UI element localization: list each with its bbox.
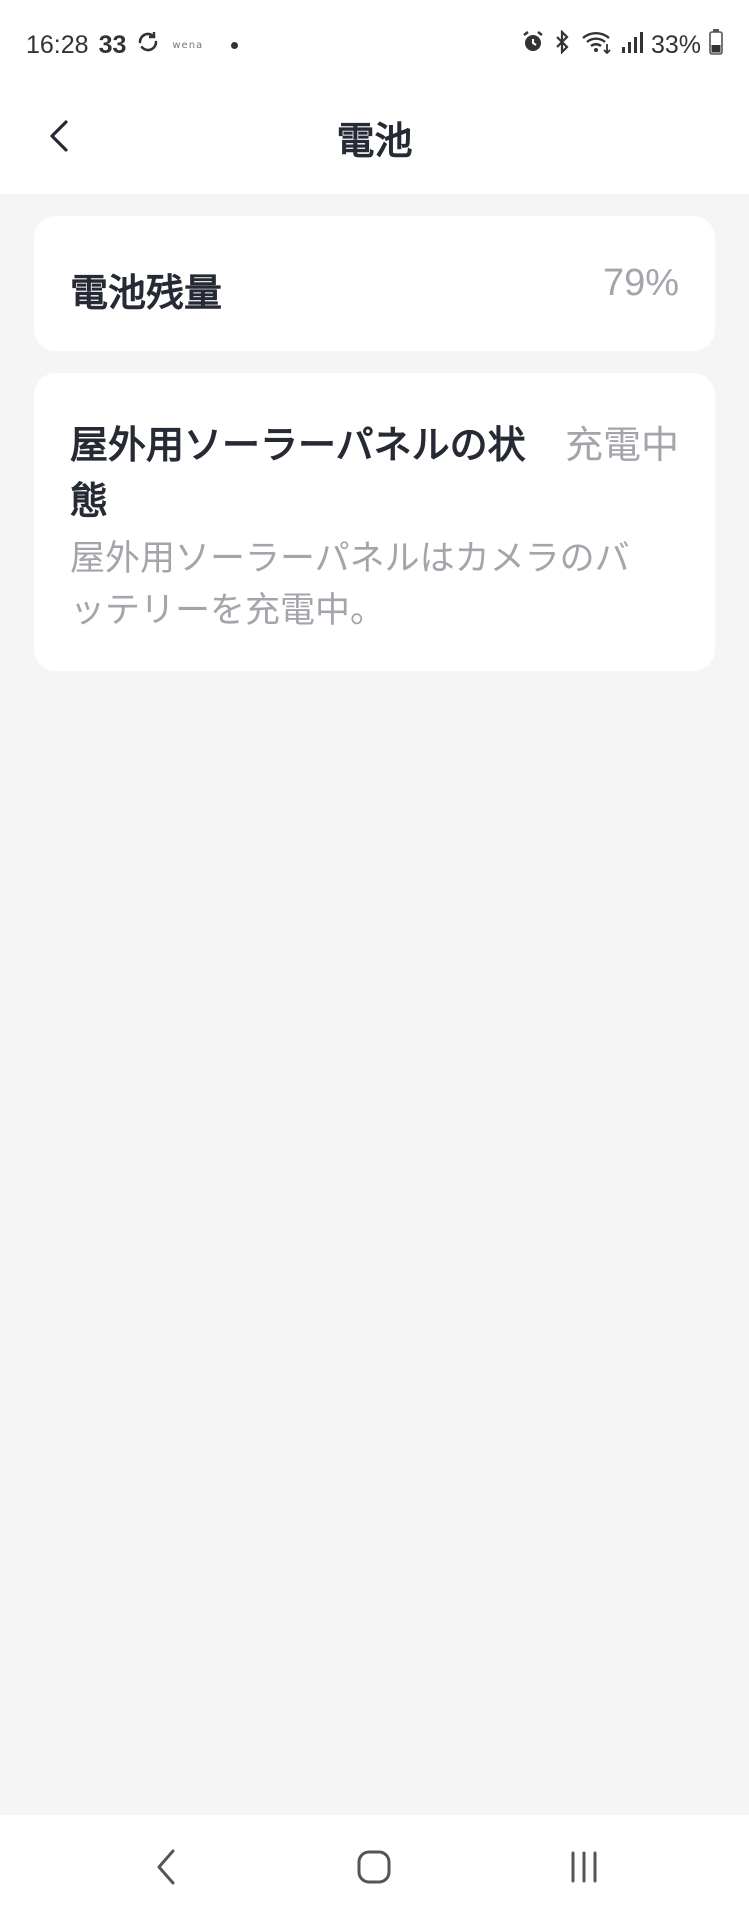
nav-back-button[interactable] bbox=[134, 1837, 198, 1901]
nav-recent-apps-button[interactable] bbox=[552, 1837, 616, 1901]
notification-dot-icon bbox=[231, 41, 239, 49]
status-bar-right: 33% bbox=[521, 28, 723, 62]
solar-panel-card: 屋外用ソーラーパネルの状態 充電中 屋外用ソーラーパネルはカメラのバッテリーを充… bbox=[34, 373, 715, 671]
page-title: 電池 bbox=[336, 119, 413, 163]
nav-home-button[interactable] bbox=[342, 1837, 406, 1901]
status-time: 16:28 bbox=[26, 30, 89, 59]
battery-level-card: 電池残量 79% bbox=[34, 216, 715, 351]
solar-panel-description: 屋外用ソーラーパネルはカメラのバッテリーを充電中。 bbox=[70, 539, 630, 631]
signal-icon bbox=[621, 30, 643, 60]
bluetooth-icon bbox=[553, 29, 573, 60]
sync-icon bbox=[136, 30, 160, 60]
solar-panel-label: 屋外用ソーラーパネルの状態 bbox=[70, 423, 526, 523]
status-bar: 16:28 33 wena 33% bbox=[0, 0, 749, 86]
battery-icon bbox=[709, 29, 723, 61]
system-nav-bar bbox=[0, 1815, 749, 1920]
status-number: 33 bbox=[98, 30, 127, 59]
wifi-icon bbox=[581, 30, 613, 60]
app-header: 電池 bbox=[0, 86, 749, 194]
battery-level-value: 79% bbox=[602, 262, 679, 304]
status-battery-percent: 33% bbox=[650, 30, 701, 59]
status-bar-left: 16:28 33 wena bbox=[26, 28, 239, 62]
solar-panel-status: 充電中 bbox=[564, 423, 679, 467]
alarm-icon bbox=[521, 30, 545, 60]
nav-recent-apps-icon bbox=[564, 1847, 604, 1891]
nav-back-icon bbox=[151, 1847, 181, 1891]
status-small-text: wena bbox=[172, 39, 204, 51]
battery-level-label: 電池残量 bbox=[70, 271, 223, 315]
nav-home-icon bbox=[354, 1847, 394, 1891]
